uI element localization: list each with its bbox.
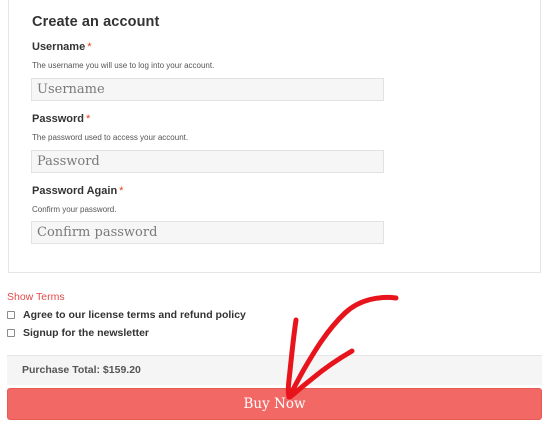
password-label-row: Password * — [32, 113, 90, 125]
agree-terms-row[interactable]: Agree to our license terms and refund po… — [7, 309, 246, 321]
password-description: The password used to access your account… — [32, 133, 189, 142]
newsletter-row[interactable]: Signup for the newsletter — [7, 327, 149, 339]
required-marker: * — [119, 185, 124, 197]
form-title: Create an account — [32, 14, 160, 30]
required-marker: * — [87, 41, 92, 53]
confirm-password-input[interactable] — [31, 221, 384, 244]
username-input[interactable] — [31, 78, 384, 101]
required-marker: * — [85, 113, 91, 125]
purchase-total: Purchase Total: $159.20 — [22, 364, 141, 376]
newsletter-checkbox[interactable] — [7, 329, 15, 337]
password-input[interactable] — [31, 150, 384, 173]
password-label: Password — [32, 113, 84, 125]
agree-terms-label: Agree to our license terms and refund po… — [23, 309, 246, 321]
create-account-panel: Create an account Username * The username… — [8, 0, 541, 273]
purchase-total-box: Purchase Total: $159.20 — [7, 355, 542, 385]
newsletter-label: Signup for the newsletter — [23, 327, 150, 339]
username-description: The username you will use to log into yo… — [32, 61, 215, 70]
password-again-description: Confirm your password. — [32, 205, 117, 214]
buy-now-button[interactable]: Buy Now — [7, 388, 542, 420]
purchase-total-value: $159.20 — [102, 364, 141, 376]
agree-terms-checkbox[interactable] — [7, 311, 15, 319]
password-again-label-row: Password Again * — [32, 185, 123, 197]
show-terms-link[interactable]: Show Terms — [7, 291, 65, 303]
username-label: Username — [32, 41, 86, 53]
password-again-label: Password Again — [32, 185, 118, 197]
username-label-row: Username * — [32, 41, 91, 53]
purchase-total-label: Purchase Total: — [22, 364, 100, 376]
